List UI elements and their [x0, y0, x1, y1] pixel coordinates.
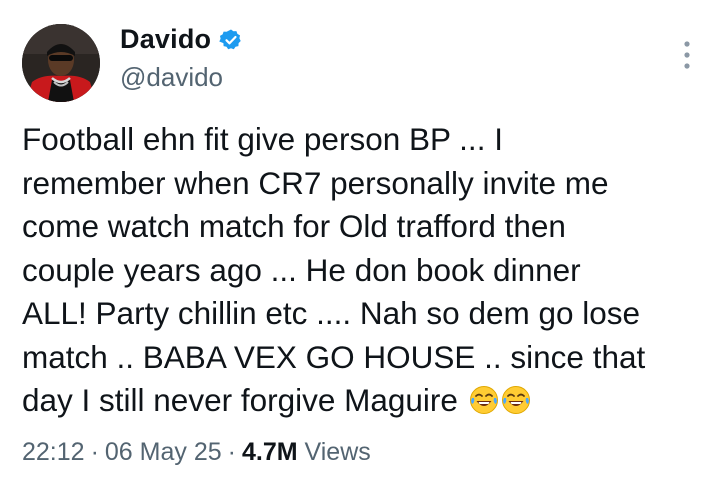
author-handle[interactable]: @davido — [120, 62, 223, 93]
tweet-text-line: come watch match for Old trafford then — [22, 208, 566, 244]
views-label: Views — [304, 438, 371, 466]
meta-separator: · — [227, 438, 236, 466]
more-options-icon[interactable] — [682, 40, 692, 70]
tweet-date[interactable]: 06 May 25 — [105, 438, 222, 466]
tweet-text: Football ehn fit give person BP ... I re… — [22, 118, 712, 423]
verified-badge-icon — [219, 28, 243, 52]
tweet-text-line: remember when CR7 personally invite me — [22, 164, 609, 201]
tweet-text-line: couple years ago ... He don book dinner — [22, 251, 581, 288]
author-name-row: Davido — [120, 24, 243, 55]
tweet-text-line: ALL! Party chillin etc .... Nah so dem g… — [22, 295, 641, 331]
tweet-time[interactable]: 22:12 — [22, 438, 85, 466]
views-count[interactable]: 4.7M — [242, 438, 298, 466]
meta-separator: · — [90, 438, 99, 466]
tweet-text-line: Football ehn fit give person BP ... I — [22, 121, 503, 157]
tweet-text-line-last: day I still never forgive Maguire — [22, 379, 712, 423]
tweet-text-line: day I still never forgive Maguire — [22, 382, 458, 418]
tweet-card: Davido @davido Football ehn fit give per… — [0, 0, 720, 489]
tweet-text-line: match .. BABA VEX GO HOUSE .. since that — [22, 338, 646, 375]
display-name[interactable]: Davido — [120, 24, 211, 55]
face-with-tears-of-joy-icon — [469, 386, 498, 414]
tweet-meta: 22:12 · 06 May 25 · 4.7M Views — [22, 438, 371, 467]
face-with-tears-of-joy-icon — [501, 386, 530, 414]
avatar-image — [22, 24, 100, 102]
avatar[interactable] — [22, 24, 100, 102]
